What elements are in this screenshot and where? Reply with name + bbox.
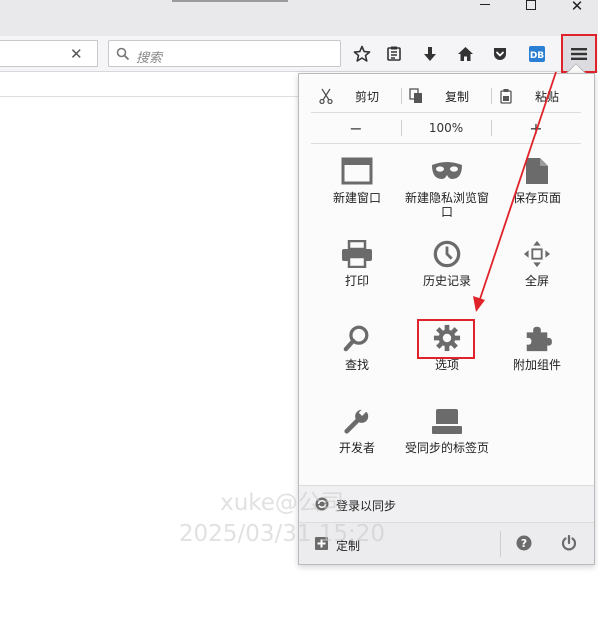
synced-tabs-label: 受同步的标签页	[404, 441, 489, 455]
download-icon	[424, 47, 436, 61]
paste-button[interactable]: 粘贴	[491, 82, 581, 110]
help-icon[interactable]: ?	[516, 535, 532, 551]
bookmark-star-icon	[353, 45, 371, 62]
options-label: 选项	[434, 358, 459, 372]
sync-label: 登录以同步	[336, 499, 397, 513]
zoom-separator	[401, 120, 402, 136]
minimize-button[interactable]	[462, 0, 508, 14]
search-icon	[116, 47, 130, 61]
print-label: 打印	[344, 274, 369, 288]
title-bar: ✕	[0, 0, 598, 36]
customize-button[interactable]: 定制	[299, 523, 499, 565]
save-page-icon	[526, 158, 548, 184]
fullscreen-button[interactable]: 全屏	[492, 240, 582, 288]
new-window-icon	[341, 157, 373, 185]
quit-power-icon[interactable]	[561, 535, 577, 551]
private-mask-icon	[432, 162, 462, 179]
developer-button[interactable]: 开发者	[312, 407, 402, 455]
addons-label: 附加组件	[512, 358, 561, 372]
cut-button[interactable]: 剪切	[311, 82, 401, 110]
developer-wrench-icon	[344, 407, 369, 434]
sync-icon	[315, 497, 329, 511]
home-button[interactable]	[451, 40, 479, 68]
svg-text:?: ?	[521, 537, 527, 550]
find-magnifier-icon	[343, 325, 369, 352]
find-label: 查找	[344, 358, 369, 372]
cut-label: 剪切	[354, 89, 379, 104]
zoom-separator	[491, 120, 492, 136]
panel-divider	[311, 112, 581, 113]
history-button[interactable]: 历史记录	[402, 240, 492, 288]
zoom-in-button[interactable]: +	[491, 114, 581, 142]
addons-button[interactable]: 附加组件	[492, 324, 582, 372]
paste-icon	[500, 89, 512, 104]
copy-label: 复制	[444, 89, 469, 104]
find-button[interactable]: 查找	[312, 324, 402, 372]
zoom-controls: − 100% +	[311, 114, 581, 142]
history-label: 历史记录	[422, 274, 471, 288]
options-highlight-box	[417, 319, 475, 359]
title-bar-tab-indicator	[172, 0, 288, 2]
fullscreen-icon	[523, 240, 551, 268]
developer-label: 开发者	[338, 441, 375, 455]
synced-tabs-icon	[432, 409, 462, 434]
pocket-button[interactable]	[486, 40, 514, 68]
edit-separator	[491, 88, 492, 104]
customize-plus-icon	[315, 537, 328, 550]
reader-list-icon	[387, 46, 401, 61]
svg-text:DB: DB	[530, 51, 544, 61]
synced-tabs-button[interactable]: 受同步的标签页	[402, 407, 492, 455]
navigation-toolbar: ✕ 搜索 DB	[0, 36, 598, 72]
new-window-label: 新建窗口	[332, 191, 381, 205]
extension-button[interactable]: DB	[523, 40, 551, 68]
hamburger-menu-icon	[571, 47, 587, 60]
new-private-window-button[interactable]: 新建隐私浏览窗口	[402, 157, 492, 219]
edit-controls: 剪切 复制 粘贴	[311, 82, 581, 110]
close-icon: ✕	[570, 0, 584, 15]
copy-button[interactable]: 复制	[401, 82, 491, 110]
print-icon	[342, 240, 372, 268]
footer-separator	[500, 531, 501, 557]
panel-divider	[311, 143, 581, 144]
new-window-button[interactable]: 新建窗口	[312, 157, 402, 205]
addons-puzzle-icon	[526, 326, 552, 352]
minimize-icon	[480, 4, 490, 5]
print-button[interactable]: 打印	[312, 240, 402, 288]
downloads-button[interactable]	[416, 40, 444, 68]
search-placeholder: 搜索	[136, 51, 163, 66]
page-content-divider	[0, 96, 300, 97]
panel-footer: 定制 ?	[299, 522, 594, 564]
save-page-button[interactable]: 保存页面	[492, 157, 582, 205]
fullscreen-label: 全屏	[524, 274, 549, 288]
close-window-button[interactable]: ✕	[554, 0, 598, 14]
maximize-icon	[526, 0, 536, 10]
url-bar[interactable]: ✕	[0, 40, 98, 67]
zoom-reset-button[interactable]: 100%	[401, 114, 491, 142]
sync-signin-row[interactable]: 登录以同步	[299, 485, 594, 522]
search-input[interactable]: 搜索	[108, 40, 341, 67]
home-icon	[457, 47, 473, 61]
customize-label: 定制	[336, 539, 361, 553]
paste-label: 粘贴	[534, 89, 559, 104]
zoom-out-button[interactable]: −	[311, 114, 401, 142]
copy-icon	[409, 88, 422, 103]
pocket-icon	[494, 48, 506, 60]
maximize-button[interactable]	[508, 0, 554, 14]
extension-icon: DB	[529, 46, 545, 62]
history-clock-icon	[433, 240, 461, 268]
url-clear-icon[interactable]: ✕	[70, 46, 83, 62]
scissors-icon	[319, 88, 333, 104]
save-page-label: 保存页面	[512, 191, 561, 205]
bookmark-star-button[interactable]	[348, 40, 376, 68]
reading-list-button[interactable]	[380, 40, 408, 68]
edit-separator	[401, 88, 402, 104]
new-private-window-label: 新建隐私浏览窗口	[404, 191, 489, 219]
